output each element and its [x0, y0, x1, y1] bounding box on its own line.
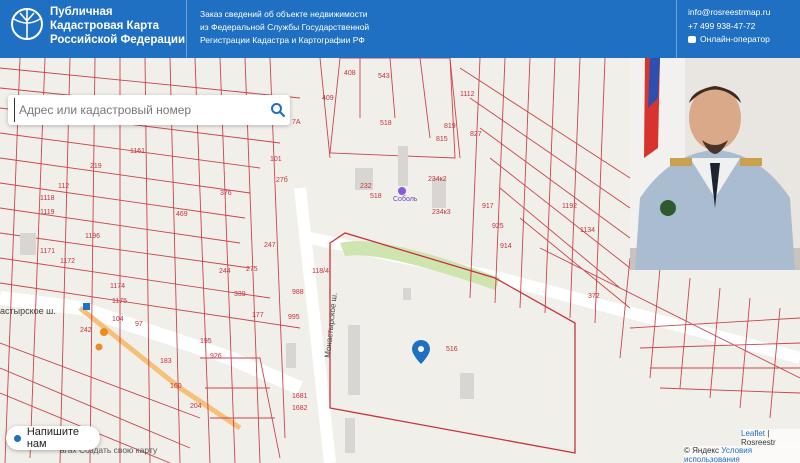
parcel-label: 219	[90, 163, 102, 170]
parcel-label: 195	[200, 338, 212, 345]
chat-dot-icon	[14, 434, 21, 442]
brand-line-3: Российской Федерации	[50, 34, 186, 46]
parcel-label: 516	[446, 346, 458, 353]
parcel-label: 1119	[40, 209, 55, 216]
parcel-label: 234к2	[428, 176, 447, 183]
parcel-label: 1192	[562, 203, 577, 210]
poi-orange-icon[interactable]	[100, 328, 108, 336]
parcel-label: 518	[370, 193, 382, 200]
yandex-attribution: © Яндекс Условия использования	[684, 446, 800, 463]
online-operator-label: Онлайн-оператор	[700, 34, 770, 44]
parcel-label: 1112	[460, 91, 475, 98]
info-line-1: Заказ сведений об объекте недвижимости	[200, 9, 368, 19]
search-input[interactable]	[14, 98, 260, 122]
poi-orange-icon[interactable]	[95, 343, 103, 351]
parcel-label: 408	[344, 70, 356, 77]
email-link[interactable]: info@rosreestrmap.ru	[688, 6, 770, 20]
header-info: Заказ сведений об объекте недвижимости и…	[200, 8, 369, 47]
phone-link[interactable]: +7 499 938-47-72	[688, 20, 770, 34]
parcel-label: 7А	[292, 119, 301, 126]
location-marker-dot	[418, 346, 424, 352]
parcel-label: 1161	[130, 148, 145, 155]
site-brand[interactable]: Публичная Кадастровая Карта Российской Ф…	[50, 5, 185, 47]
parcel-label: 1681	[292, 393, 308, 400]
site-header: Публичная Кадастровая Карта Российской Ф…	[0, 0, 800, 58]
shop-poi-icon[interactable]	[398, 187, 406, 195]
street-label: астырское ш.	[0, 306, 56, 316]
parcel-label: 97	[135, 321, 143, 328]
parcel-label: 204	[190, 403, 202, 410]
parcel-label: 232	[360, 183, 372, 190]
parcel-label: 376	[220, 190, 232, 197]
chat-icon	[688, 36, 696, 44]
online-operator-link[interactable]: Онлайн-оператор	[688, 33, 770, 47]
parcel-label: 819	[444, 123, 456, 130]
parcel-label: 104	[112, 316, 124, 323]
map-attribution: Leaflet | Rosreestr	[741, 429, 800, 447]
parcel-label: 469	[176, 211, 188, 218]
parcel-label: 543	[378, 73, 390, 80]
parcel-label: 926	[210, 353, 222, 360]
poi-label: Соболь	[393, 195, 418, 203]
yandex-copyright: © Яндекс	[684, 446, 720, 455]
parcel-label: 112	[58, 183, 69, 190]
parcel-label: 183	[160, 358, 172, 365]
parcel-label: 1682	[292, 405, 308, 412]
header-divider	[186, 0, 187, 58]
brand-line-2: Кадастровая Карта	[50, 20, 160, 32]
bus-stop-icon[interactable]	[83, 303, 90, 310]
parcel-label: 247	[264, 242, 276, 249]
parcel-label: 1134	[580, 227, 595, 234]
parcel-label: 1196	[85, 233, 100, 240]
write-us-button[interactable]: Напишите нам	[6, 426, 100, 450]
parcel-label: 917	[482, 203, 494, 210]
parcel-label: 988	[292, 289, 304, 296]
parcel-label: 242	[80, 327, 92, 334]
info-line-3: Регистрации Кадастра и Картографии РФ	[200, 35, 365, 45]
parcel-label: 1118	[40, 195, 55, 202]
header-divider	[676, 0, 677, 58]
parcel-label: 177	[252, 312, 264, 319]
parcel-label: 244	[219, 268, 231, 275]
parcel-label: 160	[170, 383, 182, 390]
parcel-label: 1171	[40, 248, 55, 255]
parcel-label: 27б	[276, 176, 288, 184]
portrait-photo	[630, 58, 800, 270]
parcel-label: 409	[322, 95, 334, 102]
parcel-label: 815	[436, 136, 448, 143]
info-line-2: из Федеральной Службы Государственной	[200, 22, 370, 32]
parcel-label: 1175	[112, 298, 127, 305]
header-contacts: info@rosreestrmap.ru +7 499 938-47-72 Он…	[688, 6, 770, 47]
parcel-label: 1174	[110, 283, 125, 290]
leaflet-link[interactable]: Leaflet	[741, 429, 765, 438]
parcel-label: 275	[246, 266, 258, 273]
parcel-label: 372	[588, 293, 600, 300]
parcel-label: 339	[234, 291, 246, 298]
globe-logo-icon[interactable]	[10, 7, 44, 41]
brand-line-1: Публичная	[50, 6, 113, 18]
parcel-label: 101	[270, 156, 282, 163]
parcel-label: 1172	[60, 258, 75, 265]
search-icon[interactable]	[270, 102, 286, 118]
search-box[interactable]	[8, 95, 290, 125]
parcel-label: 914	[500, 243, 512, 250]
parcel-label: 995	[288, 314, 300, 321]
parcel-label: 518	[380, 120, 392, 127]
write-us-label: Напишите нам	[26, 426, 79, 450]
parcel-label: 925	[492, 223, 504, 230]
parcel-label: 827	[470, 131, 482, 138]
parcel-label: 234к3	[432, 209, 451, 216]
parcel-label: 118/4	[312, 268, 329, 275]
